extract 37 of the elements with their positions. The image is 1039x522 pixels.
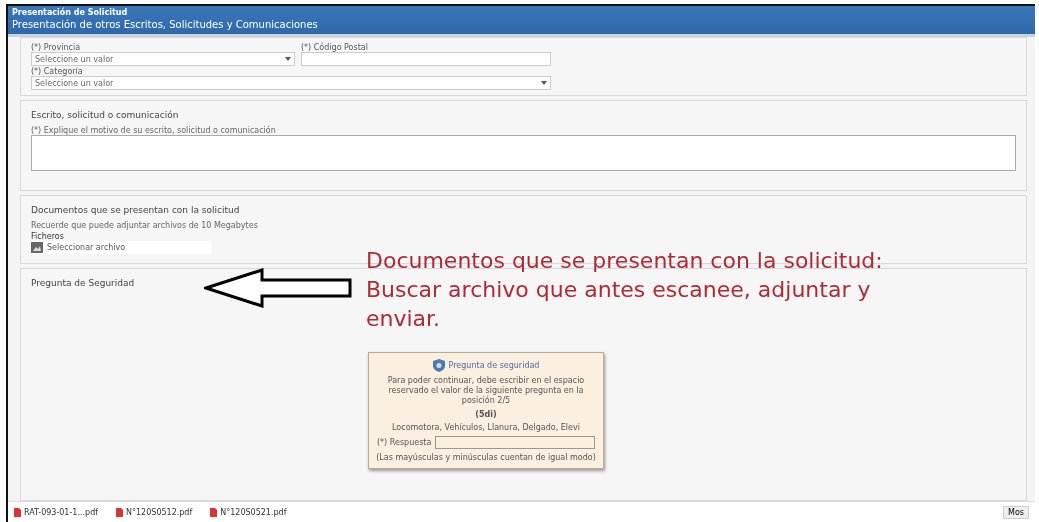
page-title: Presentación de Solicitud: [12, 8, 129, 17]
question-code: (5di): [475, 410, 497, 419]
caret-icon: [285, 57, 291, 61]
annotation-line: Buscar archivo que antes escanee, adjuntar y: [366, 276, 872, 304]
field-label: (*) Código Postal: [301, 43, 369, 52]
file-button[interactable]: Seleccionar archivo: [31, 241, 211, 254]
section-title: Documentos que se presentan con la solicitud: [31, 205, 241, 215]
section-title: Escrito, solicitud o comunicación: [31, 110, 180, 120]
download-item[interactable]: N°120S0521.pdf: [220, 507, 287, 517]
field-label: (*) Explique el motivo de su escrito, solicitud o comunicación: [31, 126, 277, 135]
hint-text: Recuerde que puede adjuntar archivos de 10 Megabytes: [31, 221, 259, 230]
popup-note: (Las mayúsculas y minúsculas cuentan de igual modo): [376, 453, 596, 462]
download-item[interactable]: RAT-093-01-1...pdf: [24, 507, 99, 517]
annotation-line: Documentos que se presentan con la solicitud:: [366, 247, 883, 275]
download-item[interactable]: N°120S0512.pdf: [126, 507, 193, 517]
field-label: (*) Respuesta: [377, 438, 432, 447]
field-label: Ficheros: [31, 232, 65, 241]
field-label: (*) Categoría: [31, 67, 84, 76]
select-field[interactable]: Seleccione un valor: [31, 76, 551, 90]
shield-icon: [432, 359, 445, 372]
text-area[interactable]: [31, 135, 1016, 171]
page-subtitle: Presentación de otros Escritos, Solicitudes y Comunicaciones: [12, 19, 319, 30]
document-icon: [210, 507, 218, 517]
section-title: Pregunta de Seguridad: [31, 278, 136, 288]
document-icon: [14, 507, 21, 517]
show-all-button[interactable]: Mos: [1003, 505, 1029, 519]
select-field[interactable]: Seleccione un valor: [31, 52, 295, 66]
document-icon: [116, 507, 124, 517]
field-label: (*) Provincia: [31, 43, 82, 52]
caret-icon: [541, 81, 547, 85]
annotation-line: enviar.: [366, 305, 442, 333]
popup-title: Pregunta de seguridad: [448, 361, 540, 370]
question-options: Locomotora, Vehículos, Llanura, Delgado, Elevi: [392, 423, 580, 432]
popup-text: Para poder continuar, debe escribir en el espacio reservado el valor de la siguiente pregunta en la posición 2/5: [386, 376, 586, 406]
input-field[interactable]: [301, 52, 551, 66]
image-icon: [31, 242, 43, 253]
answer-field[interactable]: [435, 436, 595, 449]
